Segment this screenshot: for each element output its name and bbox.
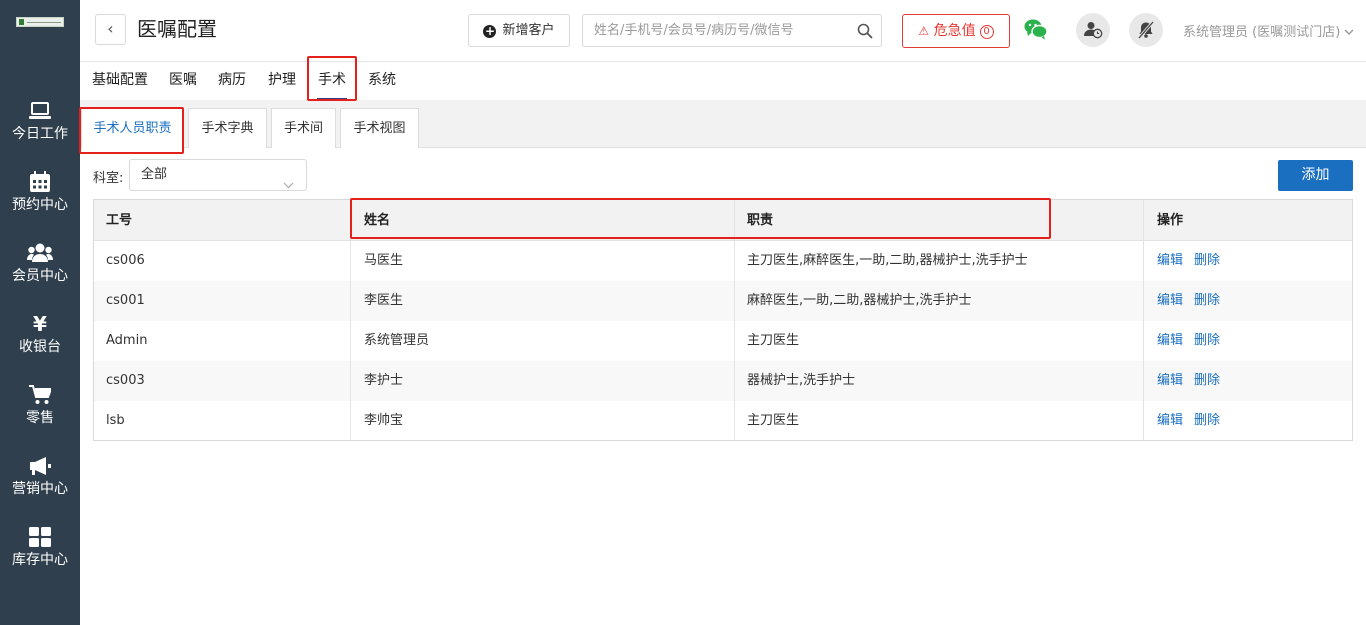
sidebar-item-marketing[interactable]: 营销中心 bbox=[0, 449, 80, 511]
department-value: 全部 bbox=[141, 167, 168, 182]
new-customer-button[interactable]: + 新增客户 bbox=[468, 14, 570, 47]
cell-duty: 器械护士,洗手护士 bbox=[747, 373, 856, 388]
laptop-icon bbox=[0, 98, 80, 124]
sidebar-item-appointment[interactable]: 预约中心 bbox=[0, 165, 80, 227]
table-row: lsb 李帅宝 主刀医生 编辑 删除 bbox=[94, 401, 1352, 441]
grid-icon bbox=[0, 524, 80, 550]
cell-name: 李护士 bbox=[364, 373, 404, 388]
cell-duty: 主刀医生 bbox=[747, 413, 800, 428]
table-row: Admin 系统管理员 主刀医生 编辑 删除 bbox=[94, 321, 1352, 361]
column-header-actions: 操作 bbox=[1157, 213, 1184, 228]
tab-basic-config[interactable]: 基础配置 bbox=[92, 62, 148, 100]
cell-duty: 麻醉医生,一助,二助,器械护士,洗手护士 bbox=[747, 293, 972, 308]
cart-icon bbox=[0, 382, 80, 408]
tab-nursing[interactable]: 护理 bbox=[268, 62, 296, 100]
tab-system[interactable]: 系统 bbox=[368, 62, 396, 100]
sidebar-item-label: 营销中心 bbox=[12, 481, 68, 497]
sidebar-item-label: 库存中心 bbox=[12, 552, 68, 568]
cell-id: cs006 bbox=[106, 253, 145, 268]
back-button[interactable]: ‹ bbox=[95, 14, 126, 45]
sidebar-item-label: 预约中心 bbox=[12, 197, 68, 213]
search-icon[interactable] bbox=[857, 23, 873, 43]
subtab-operating-room[interactable]: 手术间 bbox=[271, 108, 336, 148]
wechat-icon[interactable] bbox=[1024, 18, 1048, 44]
main-tabs: 基础配置 医嘱 病历 护理 手术 系统 bbox=[80, 62, 1366, 100]
department-label: 科室: bbox=[93, 171, 124, 186]
cell-name: 李医生 bbox=[364, 293, 404, 308]
sidebar-item-members[interactable]: 会员中心 bbox=[0, 236, 80, 298]
chevron-down-icon bbox=[1344, 25, 1354, 40]
sidebar-item-label: 零售 bbox=[26, 410, 54, 426]
plus-circle-icon: + bbox=[483, 24, 497, 38]
sidebar-item-label: 今日工作 bbox=[12, 126, 68, 142]
user-name: 系统管理员 (医嘱测试门店) bbox=[1183, 25, 1341, 40]
sidebar-item-label: 会员中心 bbox=[12, 268, 68, 284]
delete-link[interactable]: 删除 bbox=[1194, 321, 1220, 361]
department-select[interactable]: 全部 bbox=[129, 159, 307, 191]
table-header: 工号 姓名 职责 操作 bbox=[94, 200, 1352, 241]
subtab-surgery-view[interactable]: 手术视图 bbox=[340, 108, 419, 148]
tab-orders[interactable]: 医嘱 bbox=[169, 62, 197, 100]
add-button[interactable]: 添加 bbox=[1278, 160, 1353, 191]
calendar-icon bbox=[0, 169, 80, 195]
subtab-surgery-dictionary[interactable]: 手术字典 bbox=[188, 108, 267, 148]
critical-value-button[interactable]: ⚠ 危急值 0 bbox=[902, 14, 1010, 48]
column-divider bbox=[350, 200, 351, 440]
column-divider bbox=[1143, 200, 1144, 440]
cell-id: cs003 bbox=[106, 373, 145, 388]
cell-id: lsb bbox=[106, 413, 125, 428]
yen-icon: ¥ bbox=[33, 312, 47, 336]
table-row: cs003 李护士 器械护士,洗手护士 编辑 删除 bbox=[94, 361, 1352, 401]
sidebar: 今日工作 预约中心 会员中心 ¥ 收银台 零售 营销中心 库存中心 bbox=[0, 0, 80, 625]
group-clock-icon[interactable] bbox=[1076, 13, 1110, 47]
sidebar-item-retail[interactable]: 零售 bbox=[0, 378, 80, 440]
bell-mute-icon[interactable] bbox=[1129, 13, 1163, 47]
edit-link[interactable]: 编辑 bbox=[1157, 241, 1183, 281]
cell-duty: 主刀医生,麻醉医生,一助,二助,器械护士,洗手护士 bbox=[747, 253, 1028, 268]
edit-link[interactable]: 编辑 bbox=[1157, 361, 1183, 401]
cell-id: cs001 bbox=[106, 293, 145, 308]
cell-name: 系统管理员 bbox=[364, 333, 430, 348]
cell-name: 李帅宝 bbox=[364, 413, 404, 428]
chevron-down-icon bbox=[283, 171, 294, 201]
search-box bbox=[582, 14, 882, 47]
users-icon bbox=[0, 240, 80, 266]
edit-link[interactable]: 编辑 bbox=[1157, 281, 1183, 321]
critical-value-label: 危急值 bbox=[933, 23, 976, 39]
surgery-staff-table: 工号 姓名 职责 操作 cs006 马医生 主刀医生,麻醉医生,一助,二助,器械… bbox=[93, 199, 1353, 441]
cell-id: Admin bbox=[106, 333, 148, 348]
cell-duty: 主刀医生 bbox=[747, 333, 800, 348]
subtab-surgery-staff-duty[interactable]: 手术人员职责 bbox=[81, 108, 184, 148]
sidebar-item-inventory[interactable]: 库存中心 bbox=[0, 520, 80, 582]
new-customer-label: 新增客户 bbox=[502, 23, 555, 38]
cell-name: 马医生 bbox=[364, 253, 404, 268]
delete-link[interactable]: 删除 bbox=[1194, 401, 1220, 441]
siren-icon: ⚠ bbox=[918, 24, 930, 38]
edit-link[interactable]: 编辑 bbox=[1157, 401, 1183, 441]
column-header-name: 姓名 bbox=[364, 213, 391, 228]
top-header: ‹ 医嘱配置 + 新增客户 ⚠ 危急值0 系统管理员 (医嘱测试门店) bbox=[80, 0, 1366, 62]
logo bbox=[16, 17, 64, 27]
sidebar-item-label: 收银台 bbox=[19, 339, 61, 355]
tab-surgery[interactable]: 手术 bbox=[317, 62, 347, 100]
user-menu[interactable]: 系统管理员 (医嘱测试门店) bbox=[1183, 21, 1354, 40]
table-row: cs006 马医生 主刀医生,麻醉医生,一助,二助,器械护士,洗手护士 编辑 删… bbox=[94, 241, 1352, 281]
search-input[interactable] bbox=[583, 15, 843, 46]
column-header-duty: 职责 bbox=[747, 213, 774, 228]
delete-link[interactable]: 删除 bbox=[1194, 241, 1220, 281]
sidebar-item-cashier[interactable]: ¥ 收银台 bbox=[0, 307, 80, 369]
table-row: cs001 李医生 麻醉医生,一助,二助,器械护士,洗手护士 编辑 删除 bbox=[94, 281, 1352, 321]
critical-value-count: 0 bbox=[979, 25, 994, 39]
delete-link[interactable]: 删除 bbox=[1194, 281, 1220, 321]
sidebar-item-today-work[interactable]: 今日工作 bbox=[0, 94, 80, 156]
delete-link[interactable]: 删除 bbox=[1194, 361, 1220, 401]
tab-records[interactable]: 病历 bbox=[218, 62, 246, 100]
edit-link[interactable]: 编辑 bbox=[1157, 321, 1183, 361]
column-header-id: 工号 bbox=[106, 213, 133, 228]
column-divider bbox=[734, 200, 735, 440]
page-title: 医嘱配置 bbox=[137, 17, 217, 41]
megaphone-icon bbox=[0, 453, 80, 479]
